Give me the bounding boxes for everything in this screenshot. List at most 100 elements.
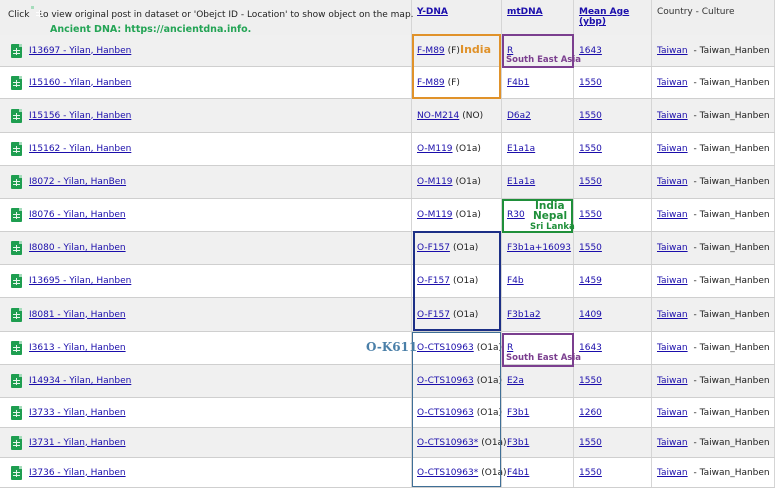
ydna-link[interactable]: F-M89 <box>417 46 445 56</box>
google-sheets-icon[interactable] <box>11 374 22 388</box>
mean-age-link[interactable]: 1550 <box>579 111 602 121</box>
ydna-link[interactable]: O-F157 <box>417 243 450 253</box>
google-sheets-icon[interactable] <box>11 465 22 480</box>
mtdna-link[interactable]: E2a <box>507 376 524 386</box>
mean-age-link[interactable]: 1550 <box>579 438 602 448</box>
object-id-link[interactable]: I15162 - Yilan, Hanben <box>29 144 131 154</box>
header-ydna[interactable]: Y-DNA <box>412 0 502 35</box>
ydna-link[interactable]: O-CTS10963* <box>417 468 478 478</box>
ydna-link[interactable]: F-M89 <box>417 78 445 88</box>
country-link[interactable]: Taiwan <box>657 310 688 320</box>
mtdna-link[interactable]: E1a1a <box>507 177 535 187</box>
google-sheets-icon[interactable] <box>11 75 22 90</box>
mean-age-link[interactable]: 1550 <box>579 376 602 386</box>
google-sheets-icon[interactable] <box>11 208 22 222</box>
ydna-link[interactable]: O-F157 <box>417 276 450 286</box>
mean-age-cell: 1550 <box>574 166 652 198</box>
ydna-link[interactable]: O-CTS10963 <box>417 343 474 353</box>
country-link[interactable]: Taiwan <box>657 376 688 386</box>
object-id-link[interactable]: I8081 - Yilan, Hanben <box>29 310 126 320</box>
country-link[interactable]: Taiwan <box>657 111 688 121</box>
mtdna-link[interactable]: F4b1 <box>507 468 529 478</box>
mtdna-link[interactable]: R <box>507 343 513 353</box>
header-mtdna[interactable]: mtDNA <box>502 0 574 35</box>
country-link[interactable]: Taiwan <box>657 78 688 88</box>
google-sheets-icon[interactable] <box>11 241 22 255</box>
header-mean-age[interactable]: Mean Age (ybp) <box>574 0 652 35</box>
mtdna-link[interactable]: E1a1a <box>507 144 535 154</box>
country-link[interactable]: Taiwan <box>657 46 688 56</box>
ydna-link[interactable]: O-M119 <box>417 210 453 220</box>
mtdna-link[interactable]: F3b1a+16093 <box>507 243 571 253</box>
object-id-link[interactable]: I15160 - Yilan, Hanben <box>29 78 131 88</box>
google-sheets-icon[interactable] <box>11 43 22 58</box>
object-id-link[interactable]: I8080 - Yilan, Hanben <box>29 243 126 253</box>
google-sheets-icon[interactable] <box>11 435 22 450</box>
culture-name: Taiwan_Hanben <box>699 309 770 320</box>
mtdna-cell: D6a2 <box>502 99 574 132</box>
ydna-link[interactable]: O-CTS10963 <box>417 376 474 386</box>
object-cell: I3613 - Yilan, Hanben <box>0 332 412 364</box>
google-sheets-icon[interactable] <box>11 274 22 288</box>
google-sheets-icon[interactable] <box>11 142 22 156</box>
mean-age-link[interactable]: 1550 <box>579 210 602 220</box>
country-link[interactable]: Taiwan <box>657 343 688 353</box>
mtdna-link[interactable]: D6a2 <box>507 111 531 121</box>
country-link[interactable]: Taiwan <box>657 276 688 286</box>
culture-name: Taiwan_Hanben <box>699 276 770 286</box>
object-id-link[interactable]: I3733 - Yilan, Hanben <box>29 408 126 418</box>
mtdna-link[interactable]: F4b <box>507 276 524 286</box>
google-sheets-icon[interactable] <box>11 405 22 420</box>
google-sheets-icon[interactable] <box>11 108 22 123</box>
mean-age-link[interactable]: 1550 <box>579 144 602 154</box>
google-sheets-icon[interactable] <box>11 175 22 189</box>
ydna-link[interactable]: O-M119 <box>417 144 453 154</box>
mean-age-link[interactable]: 1260 <box>579 408 602 418</box>
mean-age-link[interactable]: 1550 <box>579 177 602 187</box>
sort-mtdna-link[interactable]: mtDNA <box>507 7 543 17</box>
country-link[interactable]: Taiwan <box>657 438 688 448</box>
ydna-link[interactable]: O-F157 <box>417 310 450 320</box>
culture-name: Taiwan_Hanben <box>699 376 770 386</box>
object-id-link[interactable]: I13695 - Yilan, Hanben <box>29 276 131 286</box>
mtdna-link[interactable]: F3b1 <box>507 438 529 448</box>
mtdna-link[interactable]: F3b1 <box>507 408 529 418</box>
country-link[interactable]: Taiwan <box>657 144 688 154</box>
ydna-link[interactable]: O-CTS10963* <box>417 438 478 448</box>
object-id-link[interactable]: I3613 - Yilan, Hanben <box>29 343 126 353</box>
country-link[interactable]: Taiwan <box>657 243 688 253</box>
sort-mean-age-link[interactable]: Mean Age (ybp) <box>579 7 629 27</box>
country-link[interactable]: Taiwan <box>657 177 688 187</box>
object-id-link[interactable]: I8072 - Yilan, HanBen <box>29 177 126 187</box>
mean-age-link[interactable]: 1643 <box>579 46 602 56</box>
google-sheets-icon[interactable] <box>11 341 22 355</box>
country-link[interactable]: Taiwan <box>657 408 688 418</box>
object-id-link[interactable]: I14934 - Yilan, Hanben <box>29 376 131 386</box>
ydna-link[interactable]: O-CTS10963 <box>417 408 474 418</box>
mean-age-link[interactable]: 1550 <box>579 78 602 88</box>
mean-age-link[interactable]: 1550 <box>579 243 602 253</box>
table-row: I8076 - Yilan, Hanben O-M119 (O1a) R30 1550 T… <box>0 199 775 232</box>
mean-age-link[interactable]: 1459 <box>579 276 602 286</box>
object-id-link[interactable]: I3731 - Yilan, Hanben <box>29 438 126 448</box>
mtdna-link[interactable]: R30 <box>507 210 525 220</box>
mtdna-link[interactable]: F4b1 <box>507 78 529 88</box>
object-id-link[interactable]: I13697 - Yilan, Hanben <box>29 46 131 56</box>
object-cell: I8076 - Yilan, Hanben <box>0 199 412 231</box>
google-sheets-icon[interactable] <box>11 307 22 322</box>
object-id-link[interactable]: I15156 - Yilan, Hanben <box>29 111 131 121</box>
mean-age-cell: 1260 <box>574 398 652 427</box>
object-id-link[interactable]: I3736 - Yilan, Hanben <box>29 468 126 478</box>
mean-age-link[interactable]: 1550 <box>579 468 602 478</box>
mtdna-cell: F4b1 <box>502 67 574 98</box>
mean-age-link[interactable]: 1643 <box>579 343 602 353</box>
sort-ydna-link[interactable]: Y-DNA <box>417 7 448 17</box>
ydna-link[interactable]: O-M119 <box>417 177 453 187</box>
country-link[interactable]: Taiwan <box>657 468 688 478</box>
mtdna-link[interactable]: F3b1a2 <box>507 310 541 320</box>
country-link[interactable]: Taiwan <box>657 210 688 220</box>
object-id-link[interactable]: I8076 - Yilan, Hanben <box>29 210 126 220</box>
ydna-link[interactable]: NO-M214 <box>417 111 459 121</box>
mtdna-link[interactable]: R <box>507 46 513 56</box>
mean-age-link[interactable]: 1409 <box>579 310 602 320</box>
